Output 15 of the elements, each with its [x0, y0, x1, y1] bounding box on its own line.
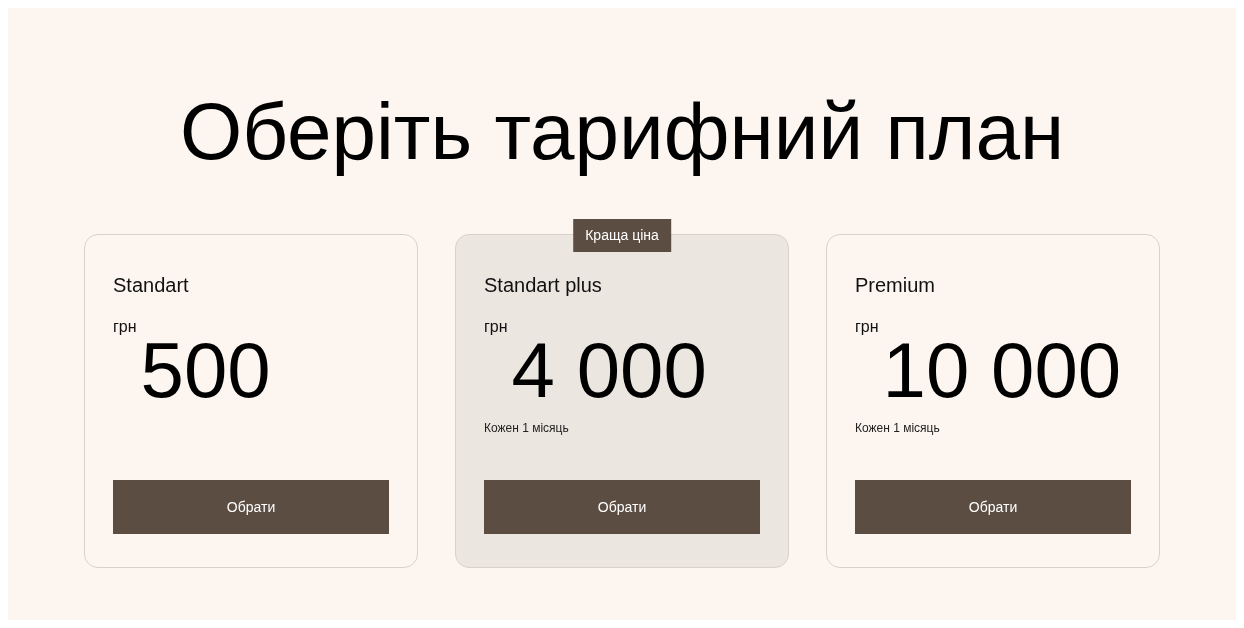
plan-price: 4 000: [511, 331, 707, 409]
best-price-badge: Краща ціна: [573, 219, 671, 252]
plan-price: 500: [140, 331, 271, 409]
choose-button[interactable]: Обрати: [855, 480, 1131, 534]
plan-name: Premium: [855, 273, 936, 297]
choose-button[interactable]: Обрати: [484, 480, 760, 534]
currency-label: грн: [113, 319, 137, 335]
billing-period: Кожен 1 місяць: [484, 420, 570, 437]
billing-period: Кожен 1 місяць: [855, 420, 941, 437]
plan-price: 10 000: [882, 331, 1122, 409]
plan-name: Standart plus: [484, 273, 603, 297]
plan-name: Standart: [113, 273, 190, 297]
currency-label: грн: [855, 319, 879, 335]
currency-label: грн: [484, 319, 508, 335]
choose-button[interactable]: Обрати: [113, 480, 389, 534]
